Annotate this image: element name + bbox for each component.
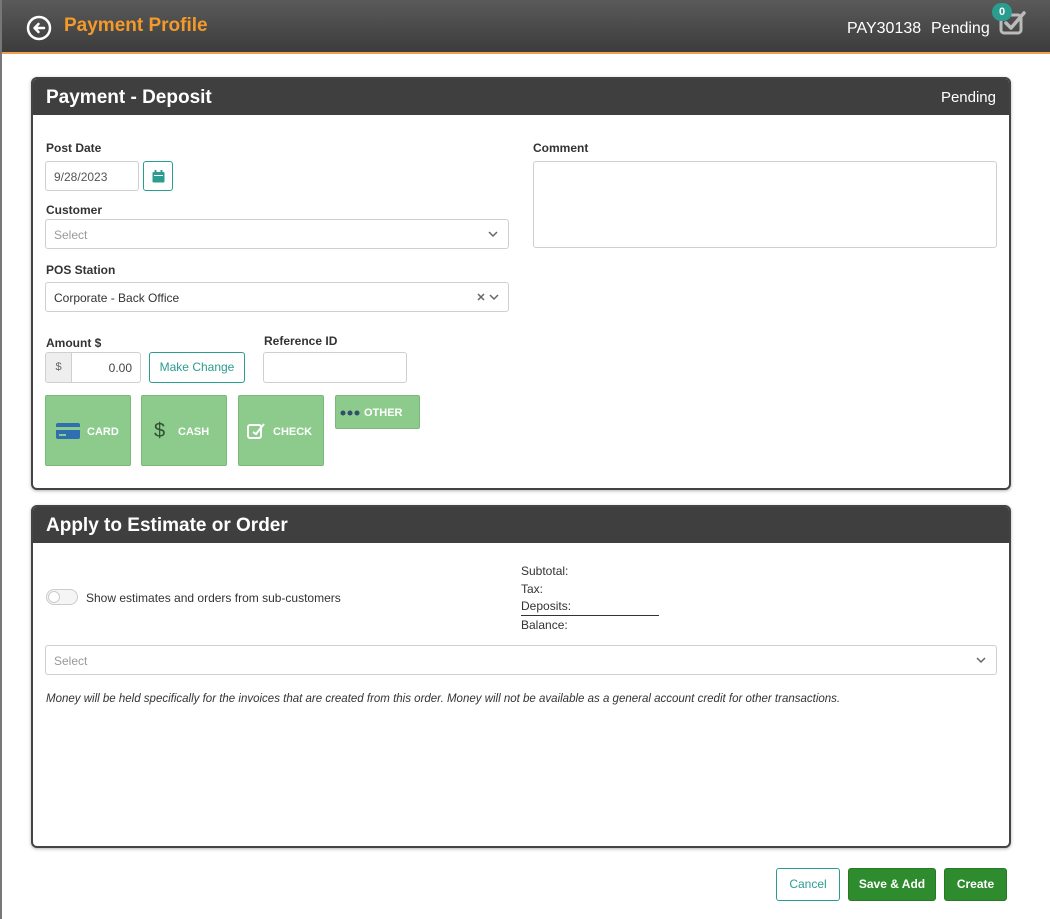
comment-textarea[interactable] — [533, 161, 997, 248]
post-date-input[interactable]: 9/28/2023 — [45, 161, 139, 191]
create-button[interactable]: Create — [944, 868, 1007, 901]
credit-card-icon — [56, 423, 80, 439]
deposit-status: Pending — [940, 89, 996, 106]
other-tender-button[interactable]: OTHER — [335, 395, 420, 429]
check-tender-button[interactable]: CHECK — [238, 395, 324, 466]
back-arrow-icon[interactable] — [26, 15, 52, 41]
save-and-add-button[interactable]: Save & Add — [848, 868, 936, 901]
payment-status: Pending — [931, 20, 990, 37]
top-bar: Payment Profile PAY30138 Pending 0 — [2, 0, 1050, 54]
payment-id: PAY30138 — [847, 20, 922, 37]
cash-tender-label: CASH — [178, 426, 210, 438]
post-date-label: Post Date — [46, 141, 102, 155]
pos-station-label: POS Station — [46, 263, 116, 277]
cash-tender-button[interactable]: $ CASH — [141, 395, 227, 466]
calendar-icon — [152, 170, 165, 183]
pos-station-select[interactable]: Corporate - Back Office — [45, 282, 509, 312]
customer-select[interactable]: Select — [45, 219, 509, 249]
reference-id-input[interactable] — [263, 352, 407, 383]
post-date-value: 9/28/2023 — [54, 170, 108, 184]
card-tender-button[interactable]: CARD — [45, 395, 131, 466]
pos-station-value: Corporate - Back Office — [54, 291, 180, 305]
comment-label: Comment — [533, 141, 589, 155]
apply-panel: Apply to Estimate or Order Show estimate… — [31, 505, 1011, 848]
chevron-down-icon — [488, 231, 498, 238]
chevron-down-icon — [489, 294, 499, 301]
calendar-button[interactable] — [143, 161, 173, 191]
totals-divider — [521, 615, 659, 616]
dots-icon — [340, 410, 360, 416]
other-tender-label: OTHER — [364, 407, 403, 419]
deposit-panel: Payment - Deposit Pending Post Date 9/28… — [31, 77, 1011, 490]
sub-customers-toggle[interactable] — [46, 589, 78, 605]
chevron-down-icon — [976, 657, 986, 664]
apply-panel-title: Apply to Estimate or Order — [46, 515, 288, 536]
deposit-panel-header: Payment - Deposit Pending — [33, 79, 1009, 115]
amount-value: 0.00 — [108, 361, 132, 375]
deposit-panel-title: Payment - Deposit — [46, 87, 212, 108]
deposits-label: Deposits: — [521, 599, 572, 613]
deposit-note: Money will be held specifically for the … — [46, 693, 841, 705]
cancel-button[interactable]: Cancel — [776, 868, 840, 901]
tax-label: Tax: — [521, 582, 544, 596]
notification-badge: 0 — [992, 3, 1012, 21]
currency-prefix: $ — [46, 353, 72, 382]
make-change-button[interactable]: Make Change — [149, 352, 245, 383]
reference-id-label: Reference ID — [264, 334, 338, 348]
toggle-knob — [48, 591, 60, 603]
estimate-order-placeholder: Select — [54, 654, 88, 668]
sub-customers-label: Show estimates and orders from sub-custo… — [86, 591, 341, 605]
card-tender-label: CARD — [87, 426, 119, 438]
customer-placeholder: Select — [54, 228, 88, 242]
apply-panel-header: Apply to Estimate or Order — [33, 507, 1009, 543]
estimate-order-select[interactable]: Select — [45, 645, 997, 675]
balance-label: Balance: — [521, 618, 568, 632]
check-tender-label: CHECK — [273, 426, 313, 438]
subtotal-label: Subtotal: — [521, 564, 569, 578]
amount-input[interactable]: $ 0.00 — [45, 352, 141, 383]
customer-label: Customer — [46, 203, 103, 217]
dollar-icon: $ — [154, 420, 166, 442]
page-title: Payment Profile — [64, 15, 208, 36]
amount-label: Amount $ — [46, 336, 102, 350]
edit-check-icon — [247, 423, 265, 439]
clear-icon[interactable] — [476, 292, 486, 302]
